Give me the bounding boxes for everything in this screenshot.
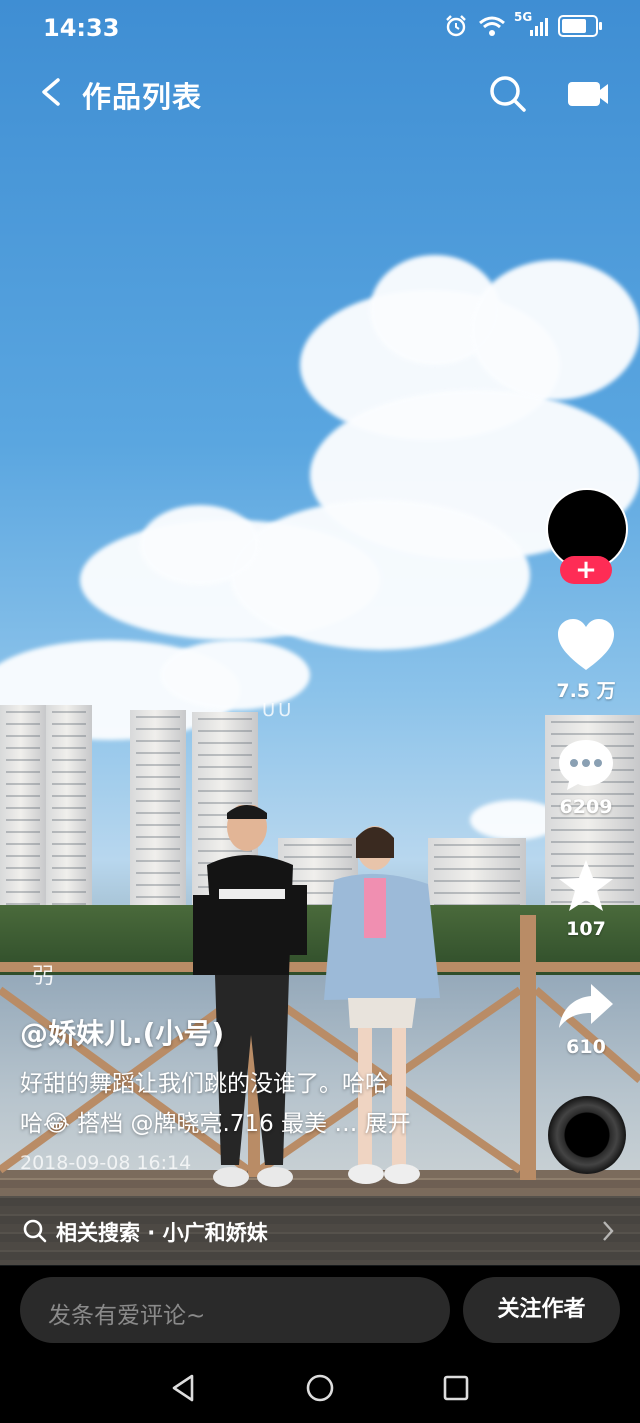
- related-search-bar[interactable]: 相关搜索 · 小广和娇妹: [0, 1196, 640, 1266]
- back-triangle-icon[interactable]: [168, 1372, 200, 1404]
- video-overlay-text: UU: [262, 700, 295, 721]
- description-text: 哈😂 搭档 @牌晓亮.716 最美 …: [20, 1111, 365, 1137]
- author-name[interactable]: @娇妹儿.(小号): [20, 1012, 224, 1052]
- comment-input[interactable]: 发条有爱评论~: [20, 1277, 450, 1343]
- building: [0, 705, 46, 930]
- building: [46, 705, 92, 930]
- camera-icon[interactable]: [564, 74, 612, 114]
- description-line-1: 好甜的舞蹈让我们跳的没谁了。哈哈: [20, 1071, 388, 1097]
- like-count: 7.5 万: [556, 680, 616, 702]
- description-line-2: 哈😂 搭档 @牌晓亮.716 最美 … 展开: [20, 1104, 460, 1144]
- system-navigation-bar: [0, 1352, 640, 1423]
- follow-author-button[interactable]: 关注作者: [463, 1277, 620, 1343]
- top-navigation: 作品列表: [0, 60, 640, 126]
- post-date: 2018-09-08 16:14: [20, 1152, 192, 1174]
- heart-icon: [558, 619, 614, 670]
- share-button[interactable]: 610: [541, 982, 631, 1058]
- comment-icon: [559, 740, 613, 790]
- favorite-count: 107: [566, 918, 606, 940]
- chevron-right-icon: [603, 1221, 614, 1241]
- like-button[interactable]: 7.5 万: [541, 618, 631, 703]
- network-type: 5G: [514, 10, 548, 36]
- related-search-label: 相关搜索 · 小广和娇妹: [56, 1221, 268, 1245]
- follow-plus-button[interactable]: +: [560, 556, 612, 584]
- wifi-icon: [479, 16, 505, 36]
- page-title: 作品列表: [82, 80, 203, 114]
- bottom-comment-bar: 发条有爱评论~ 关注作者: [0, 1266, 640, 1352]
- share-icon: [559, 984, 613, 1028]
- comment-button[interactable]: 6209: [541, 738, 631, 818]
- building: [130, 710, 186, 925]
- status-icons: 5G: [444, 10, 602, 38]
- video-description: 好甜的舞蹈让我们跳的没谁了。哈哈 哈😂 搭档 @牌晓亮.716 最美 … 展开: [20, 1064, 460, 1144]
- home-circle-icon[interactable]: [304, 1372, 336, 1404]
- favorite-button[interactable]: 107: [541, 858, 631, 940]
- signal-icon: [530, 16, 548, 36]
- cloud: [470, 260, 640, 400]
- expand-link[interactable]: 展开: [365, 1111, 411, 1137]
- status-bar: 14:33 5G: [0, 0, 640, 60]
- comment-count: 6209: [559, 796, 613, 818]
- comment-placeholder: 发条有爱评论~: [48, 1303, 206, 1329]
- recents-square-icon[interactable]: [440, 1372, 472, 1404]
- network-label: 5G: [514, 10, 533, 24]
- share-count: 610: [566, 1036, 606, 1058]
- chevron-left-icon[interactable]: [32, 72, 72, 112]
- music-label: 弜: [32, 964, 55, 989]
- cloud: [140, 505, 260, 585]
- alarm-icon: [446, 15, 466, 37]
- star-icon: [559, 860, 613, 911]
- status-time: 14:33: [43, 14, 120, 42]
- search-icon: [23, 1219, 47, 1243]
- cloud: [230, 500, 530, 650]
- author-avatar-group[interactable]: +: [546, 488, 628, 588]
- music-disc[interactable]: [548, 1096, 626, 1174]
- search-icon[interactable]: [486, 72, 530, 116]
- battery-icon: [558, 15, 602, 37]
